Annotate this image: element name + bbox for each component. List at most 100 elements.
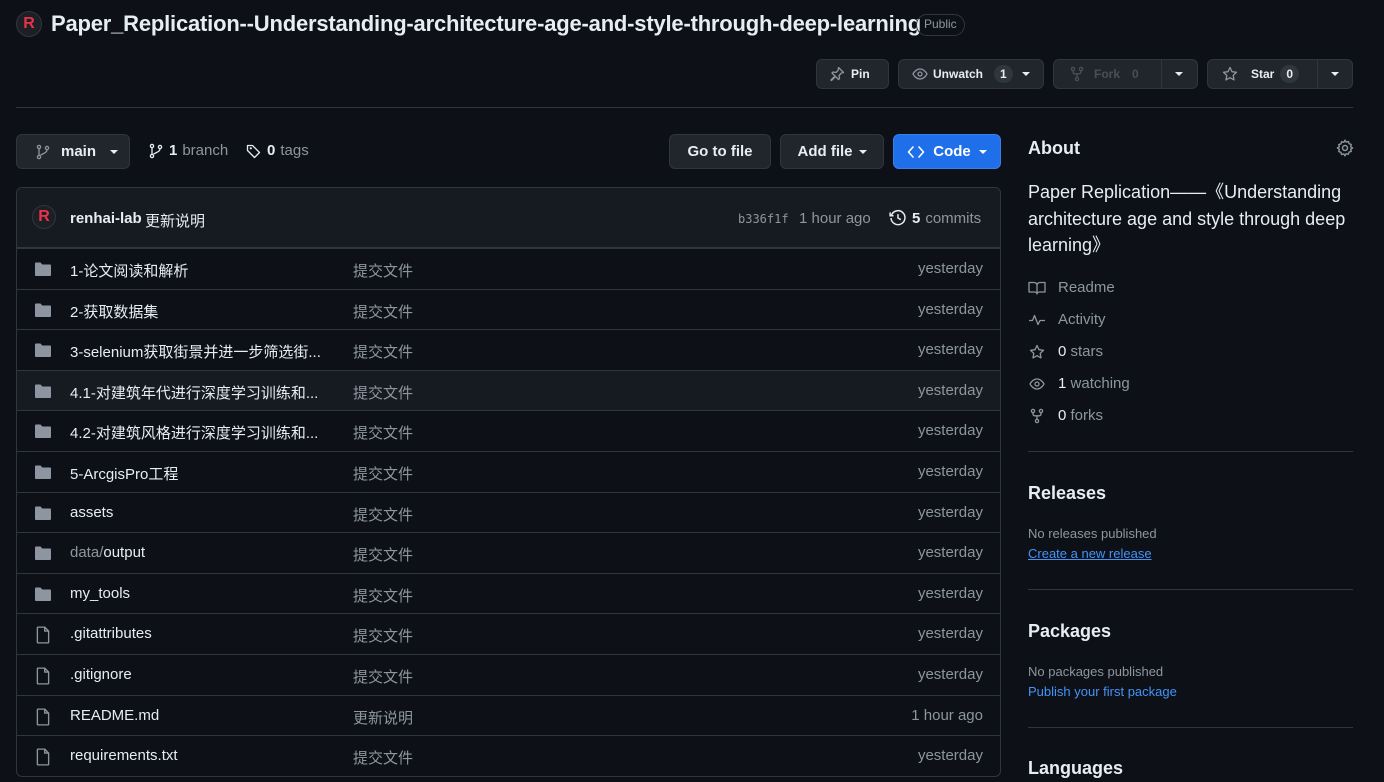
- file-row[interactable]: .gitattributes 提交文件 yesterday: [17, 613, 1000, 654]
- file-name-link[interactable]: assets: [70, 504, 113, 521]
- file-commit-message[interactable]: 提交文件: [353, 504, 413, 525]
- commits-link[interactable]: 5 commits: [889, 209, 981, 227]
- file-name-link[interactable]: requirements.txt: [70, 747, 178, 764]
- unwatch-button[interactable]: Unwatch 1: [898, 59, 1044, 89]
- file-name-link[interactable]: 1-论文阅读和解析: [70, 260, 188, 281]
- file-commit-message[interactable]: 提交文件: [353, 341, 413, 362]
- file-row[interactable]: 2-获取数据集 提交文件 yesterday: [17, 288, 1000, 330]
- repo-description: Paper Replication——《Understanding archit…: [1028, 182, 1346, 255]
- file-name-link[interactable]: 3-selenium获取街景并进一步筛选街...: [70, 341, 321, 362]
- releases-note: No releases published: [1028, 526, 1157, 541]
- eye-icon: [1028, 376, 1046, 392]
- star-dropdown[interactable]: [1318, 60, 1352, 88]
- file-commit-message[interactable]: 更新说明: [353, 707, 413, 728]
- code-icon: [907, 144, 925, 160]
- star-icon: [1028, 344, 1046, 360]
- file-icon: [34, 667, 52, 685]
- code-button[interactable]: Code: [893, 134, 1001, 169]
- file-commit-message[interactable]: 提交文件: [353, 382, 413, 403]
- folder-icon: [34, 342, 52, 358]
- file-commit-message[interactable]: 提交文件: [353, 585, 413, 606]
- file-commit-message[interactable]: 提交文件: [353, 260, 413, 281]
- forks-link[interactable]: 0 forks: [1028, 407, 1103, 424]
- branch-selector[interactable]: main: [16, 134, 130, 169]
- fork-dropdown[interactable]: [1162, 60, 1196, 88]
- file-row[interactable]: 1-论文阅读和解析 提交文件 yesterday: [17, 248, 1000, 289]
- file-name-link[interactable]: README.md: [70, 707, 159, 724]
- file-row[interactable]: data/output 提交文件 yesterday: [17, 532, 1000, 573]
- file-commit-message[interactable]: 提交文件: [353, 747, 413, 768]
- file-commit-message[interactable]: 提交文件: [353, 666, 413, 687]
- forks-count: 0: [1058, 407, 1067, 424]
- file-name: .gitignore: [70, 666, 132, 683]
- about-heading: About: [1028, 138, 1080, 158]
- packages-heading[interactable]: Packages: [1028, 621, 1111, 642]
- git-branch-icon: [148, 143, 164, 159]
- commit-count-label: commits: [925, 209, 982, 227]
- tags-link[interactable]: 0 tags: [246, 142, 309, 159]
- watching-link[interactable]: 1 watching: [1028, 375, 1130, 392]
- file-row[interactable]: assets 提交文件 yesterday: [17, 491, 1000, 533]
- file-row[interactable]: requirements.txt 提交文件 yesterday: [17, 735, 1000, 776]
- commit-message[interactable]: 更新说明: [145, 210, 205, 231]
- file-browser: R renhai-lab 更新说明 b336f1f 1 hour ago 5 c…: [16, 187, 1001, 777]
- fork-button[interactable]: Fork 0: [1053, 59, 1198, 89]
- activity-link[interactable]: Activity: [1028, 311, 1106, 328]
- file-icon: [34, 626, 52, 644]
- stars-link[interactable]: 0 stars: [1028, 343, 1103, 360]
- repo-title[interactable]: Paper_Replication--Understanding-archite…: [51, 11, 921, 37]
- file-name: 4.1-对建筑年代进行深度学习训练和...: [70, 384, 319, 402]
- file-row[interactable]: 5-ArcgisPro工程 提交文件 yesterday: [17, 451, 1000, 492]
- file-name-link[interactable]: .gitattributes: [70, 625, 152, 642]
- file-commit-date: yesterday: [917, 300, 983, 318]
- forks-label: forks: [1070, 407, 1104, 424]
- file-row[interactable]: 3-selenium获取街景并进一步筛选街... 提交文件 yesterday: [17, 329, 1000, 370]
- file-commit-message[interactable]: 提交文件: [353, 422, 413, 443]
- sidebar-divider: [1028, 589, 1353, 590]
- file-row[interactable]: my_tools 提交文件 yesterday: [17, 572, 1000, 614]
- file-row[interactable]: README.md 更新说明 1 hour ago: [17, 694, 1000, 736]
- create-release-link[interactable]: Create a new release: [1028, 546, 1152, 561]
- pin-button[interactable]: Pin: [816, 59, 889, 89]
- file-name-link[interactable]: 4.2-对建筑风格进行深度学习训练和...: [70, 422, 318, 443]
- stars-label: stars: [1070, 343, 1104, 360]
- file-icon: [34, 748, 52, 766]
- file-name-link[interactable]: 5-ArcgisPro工程: [70, 463, 178, 484]
- file-name-link[interactable]: 2-获取数据集: [70, 301, 158, 322]
- star-button[interactable]: Star 0: [1207, 59, 1353, 89]
- file-name-link[interactable]: 4.1-对建筑年代进行深度学习训练和...: [70, 382, 318, 403]
- folder-icon: [34, 586, 52, 602]
- folder-icon: [34, 423, 52, 439]
- branch-label: branch: [182, 142, 229, 159]
- commit-author-avatar[interactable]: R: [32, 205, 56, 229]
- file-name-link[interactable]: data/output: [70, 544, 145, 561]
- file-commit-date: yesterday: [917, 381, 983, 399]
- branches-link[interactable]: 1 branch: [148, 142, 228, 159]
- file-row[interactable]: 4.1-对建筑年代进行深度学习训练和... 提交文件 yesterday: [17, 369, 1000, 411]
- commit-author[interactable]: renhai-lab: [70, 210, 142, 227]
- file-name-link[interactable]: my_tools: [70, 585, 130, 602]
- file-commit-message[interactable]: 提交文件: [353, 544, 413, 565]
- languages-heading: Languages: [1028, 758, 1124, 778]
- file-name: my_tools: [70, 584, 131, 602]
- file-row[interactable]: .gitignore 提交文件 yesterday: [17, 654, 1000, 695]
- file-name-link[interactable]: .gitignore: [70, 666, 132, 683]
- chevron-down-icon: [978, 149, 987, 154]
- star-label: Star: [1251, 67, 1275, 81]
- file-commit-date: yesterday: [917, 544, 983, 562]
- file-commit-date: yesterday: [917, 503, 983, 521]
- gear-icon[interactable]: [1336, 139, 1354, 157]
- add-file-button[interactable]: Add file: [780, 134, 884, 169]
- publish-package-link[interactable]: Publish your first package: [1028, 684, 1177, 699]
- file-commit-message[interactable]: 提交文件: [353, 625, 413, 646]
- readme-link[interactable]: Readme: [1028, 279, 1115, 296]
- repo-owner-avatar[interactable]: R: [16, 11, 42, 37]
- file-row[interactable]: 4.2-对建筑风格进行深度学习训练和... 提交文件 yesterday: [17, 410, 1000, 451]
- releases-heading[interactable]: Releases: [1028, 483, 1106, 504]
- file-commit-message[interactable]: 提交文件: [353, 463, 413, 484]
- avatar-letter: R: [23, 15, 35, 32]
- file-commit-message[interactable]: 提交文件: [353, 301, 413, 322]
- commit-sha[interactable]: b336f1f: [738, 212, 789, 226]
- fork-icon: [1028, 408, 1046, 424]
- go-to-file-button[interactable]: Go to file: [669, 134, 771, 169]
